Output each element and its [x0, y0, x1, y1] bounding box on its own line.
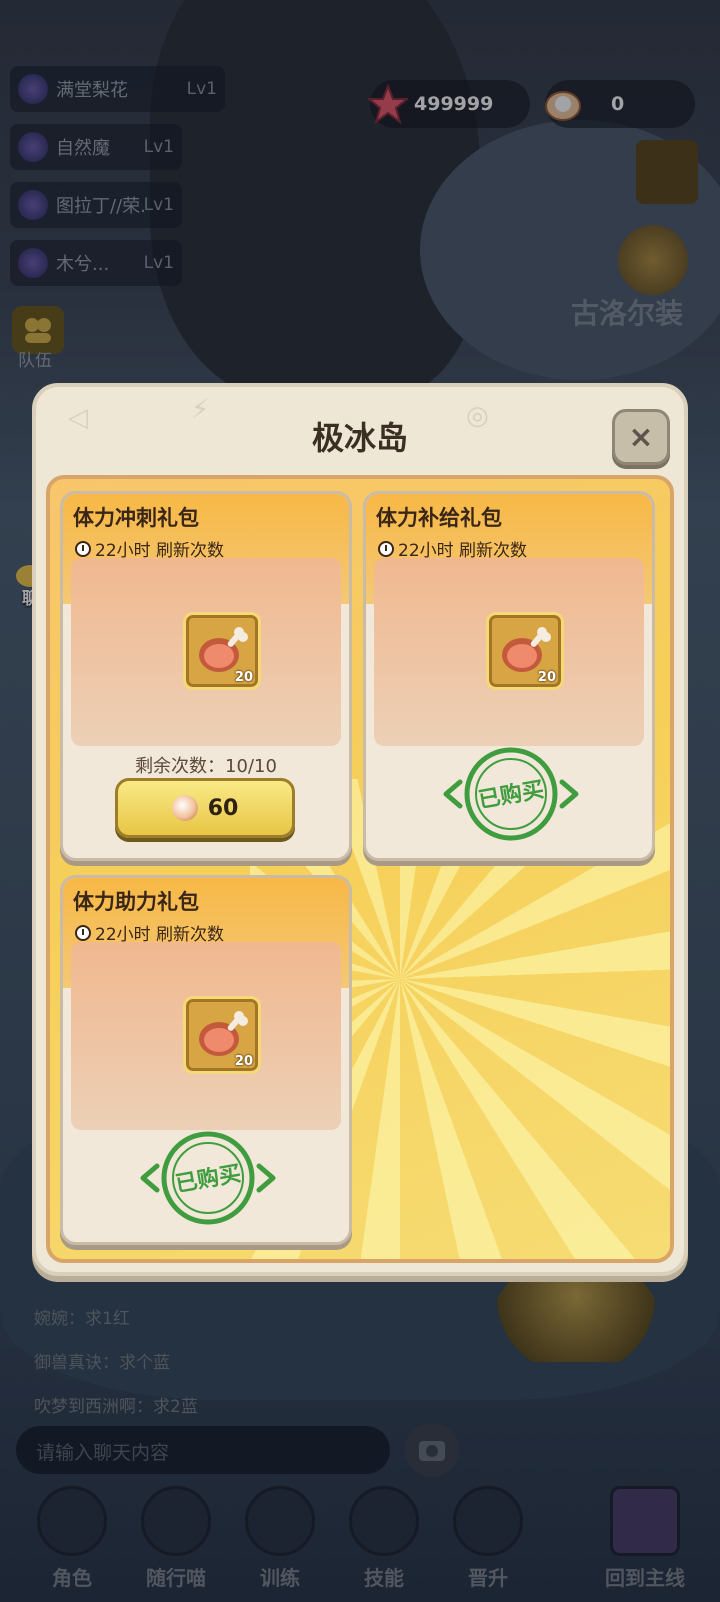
- pack-card: 体力助力礼包 22小时 刷新次数 20 已购买: [60, 875, 352, 1245]
- purchased-stamp: 已购买: [443, 747, 579, 841]
- stamp-text: 已购买: [173, 1160, 243, 1197]
- item-slot[interactable]: 20: [183, 612, 261, 690]
- pack-title: 体力补给礼包: [376, 506, 502, 530]
- buy-button[interactable]: 60: [115, 778, 295, 838]
- pack-title: 体力助力礼包: [73, 890, 199, 914]
- purchased-stamp: 已购买: [140, 1131, 276, 1225]
- clock-icon: [378, 540, 394, 557]
- pack-card: 体力冲刺礼包 22小时 刷新次数 20 剩余次数：10/10 60: [60, 491, 352, 861]
- price: 60: [207, 795, 239, 821]
- close-button[interactable]: ×: [612, 409, 670, 465]
- card-item-area: 20: [71, 942, 341, 1130]
- item-slot[interactable]: 20: [486, 612, 564, 690]
- pack-panel: 体力冲刺礼包 22小时 刷新次数 20 剩余次数：10/10 60 体力补给礼包…: [46, 475, 674, 1263]
- item-count: 20: [234, 1054, 253, 1069]
- card-item-area: 20: [374, 558, 644, 746]
- pack-card: 体力补给礼包 22小时 刷新次数 20 已购买: [363, 491, 655, 861]
- card-item-area: 20: [71, 558, 341, 746]
- pearl-icon: [171, 795, 198, 821]
- stamp-text: 已购买: [476, 776, 546, 813]
- item-count: 20: [234, 670, 253, 685]
- remaining-count: 剩余次数：10/10: [135, 756, 277, 777]
- clock-icon: [75, 540, 91, 557]
- item-count: 20: [537, 670, 556, 685]
- gift-pack-modal: ◁ ◎ ⚡ 极冰岛 × 体力冲刺礼包 22小时 刷新次数 20 剩余次数：10/…: [32, 383, 688, 1276]
- item-slot[interactable]: 20: [183, 996, 261, 1074]
- clock-icon: [75, 924, 91, 941]
- modal-title: 极冰岛: [311, 419, 408, 457]
- pack-title: 体力冲刺礼包: [73, 506, 199, 530]
- close-icon: ×: [628, 419, 654, 455]
